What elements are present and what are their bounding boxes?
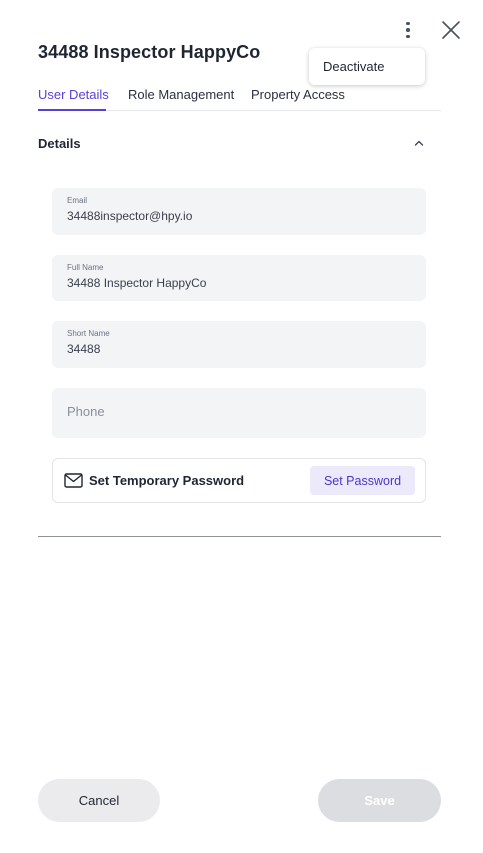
- short-name-label: Short Name: [67, 329, 110, 338]
- more-options-button[interactable]: [398, 18, 418, 42]
- set-password-button[interactable]: Set Password: [310, 466, 415, 495]
- section-title: Details: [38, 136, 81, 151]
- close-icon[interactable]: [440, 19, 462, 41]
- kebab-dot: [406, 28, 410, 32]
- tab-role-management[interactable]: Role Management: [128, 87, 234, 102]
- email-label: Email: [67, 196, 88, 205]
- short-name-field[interactable]: Short Name 34488: [52, 321, 426, 368]
- active-tab-indicator: [38, 109, 106, 111]
- email-value: 34488inspector@hpy.io: [67, 209, 193, 223]
- tab-user-details[interactable]: User Details: [38, 87, 109, 102]
- chevron-up-icon: [414, 140, 424, 146]
- save-button[interactable]: Save: [318, 779, 441, 822]
- phone-placeholder: Phone: [67, 404, 105, 419]
- full-name-label: Full Name: [67, 263, 104, 272]
- menu-item-label: Deactivate: [323, 59, 385, 74]
- kebab-dot: [406, 21, 410, 26]
- page-title: 34488 Inspector HappyCo: [38, 42, 261, 62]
- tab-property-access[interactable]: Property Access: [251, 87, 345, 102]
- menu-item-deactivate[interactable]: Deactivate: [309, 48, 425, 85]
- temporary-password-card: Set Temporary Password Set Password: [52, 458, 426, 503]
- divider: [38, 536, 441, 537]
- cancel-button[interactable]: Cancel: [38, 779, 160, 822]
- mail-icon: [64, 473, 83, 488]
- phone-field[interactable]: Phone: [52, 388, 426, 438]
- details-section-header[interactable]: Details: [38, 135, 441, 153]
- kebab-dot: [406, 34, 410, 39]
- full-name-field[interactable]: Full Name 34488 Inspector HappyCo: [52, 255, 426, 301]
- short-name-value: 34488: [67, 342, 101, 356]
- email-field[interactable]: Email 34488inspector@hpy.io: [52, 188, 426, 235]
- tab-bar: User Details Role Management Property Ac…: [38, 86, 441, 111]
- temporary-password-label: Set Temporary Password: [89, 473, 245, 488]
- full-name-value: 34488 Inspector HappyCo: [67, 276, 207, 290]
